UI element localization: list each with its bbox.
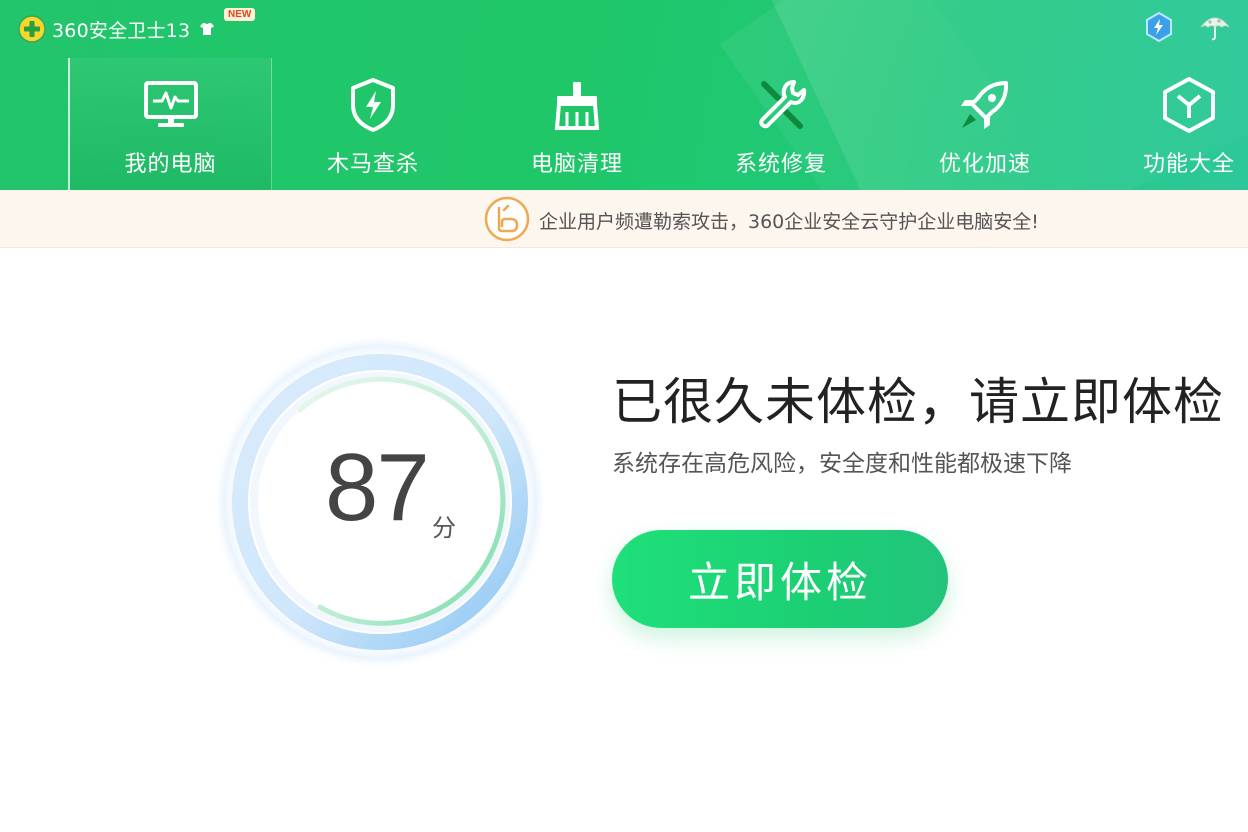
hexagon-y-icon <box>1163 77 1215 133</box>
nav-item-my-computer[interactable]: 我的电脑 <box>68 58 272 190</box>
notice-link[interactable]: 企业用户频遭勒索攻击，360企业安全云守护企业电脑安全! <box>539 207 1039 234</box>
wrench-icon <box>759 80 807 129</box>
umbrella-icon <box>1200 17 1230 41</box>
nav-label: 木马查杀 <box>326 152 419 177</box>
shield-bolt-icon <box>351 78 395 132</box>
start-checkup-button[interactable]: 立即体检 <box>612 530 948 628</box>
monitor-icon <box>143 81 198 127</box>
window-controls <box>1142 10 1232 44</box>
nav-label: 功能大全 <box>1142 152 1235 177</box>
logo-icon <box>18 15 46 43</box>
guard-umbrella-button[interactable] <box>1198 10 1232 44</box>
broom-icon <box>554 82 600 130</box>
main-nav: 我的电脑 木马查杀 电脑清理 系统修复 优化加速 功能大全 <box>68 58 1248 190</box>
speed-boost-button[interactable] <box>1142 10 1176 44</box>
nav-label: 系统修复 <box>734 152 827 177</box>
health-score-unit: 分 <box>432 514 456 542</box>
nav-item-system-repair[interactable]: 系统修复 <box>679 58 883 190</box>
app-title: 360安全卫士13 <box>52 19 191 42</box>
nav-item-all-features[interactable]: 功能大全 <box>1087 58 1248 190</box>
nav-item-cleanup[interactable]: 电脑清理 <box>475 58 679 190</box>
nav-item-trojan-scan[interactable]: 木马查杀 <box>271 58 475 190</box>
new-badge: NEW <box>224 8 256 21</box>
nav-label: 电脑清理 <box>530 152 623 177</box>
enterprise-logo-icon <box>484 196 530 242</box>
rocket-icon <box>961 81 1009 129</box>
nav-label: 我的电脑 <box>124 152 217 177</box>
header: 360安全卫士13 NEW 我的电脑 木马查杀 电脑清理 系统修复 优化加速 功… <box>0 0 1248 190</box>
health-score-value: 87 <box>325 434 430 541</box>
notice-bar: 企业用户频遭勒索攻击，360企业安全云守护企业电脑安全! <box>0 190 1248 248</box>
nav-label: 优化加速 <box>938 152 1031 177</box>
hex-bolt-icon <box>1146 12 1172 42</box>
skin-shirt-icon[interactable] <box>198 20 216 38</box>
status-headline: 已很久未体检，请立即体检 <box>612 373 1224 431</box>
title-bar: 360安全卫士13 NEW <box>18 8 256 46</box>
nav-item-speedup[interactable]: 优化加速 <box>883 58 1087 190</box>
status-subline: 系统存在高危风险，安全度和性能都极速下降 <box>612 451 1072 477</box>
